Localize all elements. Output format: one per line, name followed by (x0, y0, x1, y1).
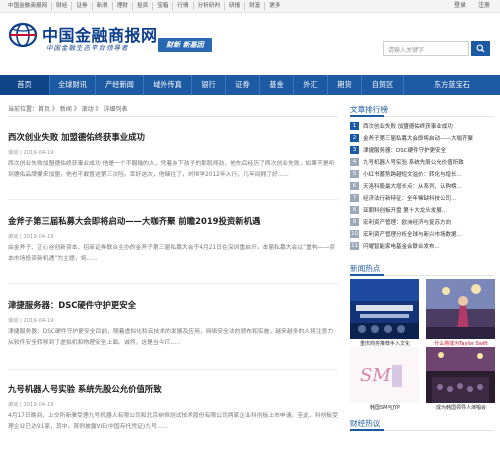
article-item: 西次创业失败 加盟德佑终获事业成功 滚动 | 2019-04-19 西次创业失败… (8, 131, 338, 181)
search-placeholder: 请输入关键字 (388, 47, 425, 54)
divider (8, 199, 338, 200)
divider (8, 116, 338, 117)
top-link[interactable]: 分析研判 (194, 2, 225, 10)
photo-caption[interactable]: 成为韩国领导人演唱会 (426, 404, 496, 411)
top-link[interactable]: 新浪 (93, 2, 113, 10)
rank-item-title[interactable]: 九号机器人号实验 系统先股公允价值所致 (363, 158, 464, 166)
photo-caption[interactable]: 韩国SM与JYP (350, 404, 420, 411)
globe-logo-icon[interactable] (8, 22, 38, 48)
article-excerpt: 津捷服务器：DSC硬件守护更安全目前，随着虚拟化和云技术的发展及应用，网络安全法… (8, 329, 334, 346)
article-item: 津捷服务器：DSC硬件守护更安全 滚动 | 2019-04-19 津捷服务器：D… (8, 299, 338, 349)
rank-item-title[interactable]: 小红书蓄势跨越短文溢价：转化与增长... (363, 170, 462, 178)
rank-item[interactable]: 7 经济法行新特征：全年稀缺科技公司... (350, 193, 496, 203)
top-links: 中国金融商报网 财经 证券 新浪 理财 投资 宝箱 行情 分析研判 研报 财富 … (4, 2, 285, 10)
photo-heading: 新闻热点 (350, 264, 381, 273)
rank-item[interactable]: 4 九号机器人号实验 系统先股公允价值所致 (350, 157, 496, 167)
rank-item[interactable]: 1 西次创业失败 加盟德佑终获事业成功 (350, 121, 496, 131)
news-photo[interactable] (426, 279, 495, 339)
nav-item[interactable]: 自贸区 (362, 75, 404, 95)
login-link[interactable]: 登录 (454, 2, 466, 10)
divider (8, 283, 338, 284)
article-item: 九号机器人号实验 系统先股公允价值所致 滚动 | 2019-04-19 4月17… (8, 383, 338, 433)
register-link[interactable]: 注册 (478, 2, 490, 10)
divider (350, 115, 494, 117)
news-photo[interactable]: SM (350, 347, 419, 407)
article-meta: 滚动 | 2019-04-19 (8, 150, 54, 156)
rank-item[interactable]: 9 宏利资产管理：欧洲经济与复苏方向 (350, 217, 496, 227)
svg-text:SM: SM (360, 365, 391, 386)
top-link[interactable]: 财富 (245, 2, 266, 10)
article-excerpt: 西次创业失败加盟德佑终获事业成功 他是一个不服输的人，凭着乡下孩子的那股闯劲，他… (8, 161, 335, 178)
divider (8, 369, 338, 370)
photo-caption[interactable]: 重庆商务推荐手入文化 (350, 340, 420, 347)
search-icon (476, 44, 485, 53)
nav-item[interactable]: 全球财讯 (50, 75, 96, 95)
top-link[interactable]: 行情 (173, 2, 194, 10)
top-link[interactable]: 中国金融商报网 (4, 2, 53, 10)
rank-item-title[interactable]: 天洛科股最大增长点：从系列、认购榜... (363, 182, 462, 190)
nav-item[interactable]: 域外传真 (144, 75, 192, 95)
rank-item[interactable]: 2 金斧子第三届私募大会即将启动——大咖齐聚 (350, 133, 496, 143)
top-link[interactable]: 投资 (133, 2, 154, 10)
rank-item[interactable]: 3 津捷服务器：DSC硬件守护更安全 (350, 145, 496, 155)
top-link[interactable]: 财经 (52, 2, 73, 10)
article-title[interactable]: 九号机器人号实验 系统先股公允价值所致 (8, 383, 338, 395)
search-input[interactable]: 请输入关键字 (383, 41, 469, 56)
nav-item[interactable]: 期货 (328, 75, 362, 95)
article-excerpt: 4月17日晚间，上交所新雅受理九号机器人有限公司和北京纳恒测试技术股份有限公司两… (8, 413, 338, 430)
breadcrumb[interactable]: 当前位置：首页 》 新闻 》 滚动 》 详细列表 (8, 104, 127, 113)
partner-badge[interactable]: 财新 新基因 (158, 38, 212, 52)
rank-item-title[interactable]: 宏利资产管理分析全球与新兴市场数据... (363, 230, 462, 238)
rank-item[interactable]: 6 天洛科股最大增长点：从系列、认购榜... (350, 181, 496, 191)
article-title[interactable]: 金斧子第三届私募大会即将启动——大咖齐聚 前瞻2019投资新机遇 (8, 215, 338, 227)
rank-item-title[interactable]: 西次创业失败 加盟德佑终获事业成功 (363, 122, 453, 130)
rank-item-title[interactable]: 宏利资产管理：欧洲经济与复苏方向 (363, 218, 451, 226)
rank-item-title[interactable]: 经济法行新特征：全年稀缺科技公司... (363, 194, 456, 202)
news-photo[interactable] (426, 347, 495, 407)
article-meta: 滚动 | 2019-04-19 (8, 318, 54, 324)
divider (350, 274, 494, 276)
photo-caption[interactable]: 什么将成为Taylor Swift (426, 340, 496, 347)
finance-heading: 财经热议 (350, 419, 381, 428)
article-title[interactable]: 津捷服务器：DSC硬件守护更安全 (8, 299, 338, 311)
rank-item-title[interactable]: 津捷服务器：DSC硬件守护更安全 (363, 146, 446, 154)
rank-item[interactable]: 5 小红书蓄势跨越短文溢价：转化与增长... (350, 169, 496, 179)
article-title[interactable]: 西次创业失败 加盟德佑终获事业成功 (8, 131, 338, 143)
nav-item-home[interactable]: 首页 (0, 75, 50, 95)
top-link[interactable]: 研报 (225, 2, 246, 10)
search-button[interactable] (471, 41, 490, 56)
article-item: 金斧子第三届私募大会即将启动——大咖齐聚 前瞻2019投资新机遇 滚动 | 20… (8, 215, 338, 265)
rank-heading: 文章排行榜 (350, 105, 388, 114)
rank-item[interactable]: 10 宏利资产管理分析全球与新兴市场数据... (350, 229, 496, 239)
divider (350, 429, 494, 431)
rank-item-title[interactable]: 亚朝科创板开盘 第十大龙头发展... (363, 206, 447, 214)
top-bar: 中国金融商报网 财经 证券 新浪 理财 投资 宝箱 行情 分析研判 研报 财富 … (0, 0, 500, 13)
rank-item-title[interactable]: 金斧子第三届私募大会即将启动——大咖齐聚 (363, 134, 473, 142)
article-excerpt: 由金斧子、正心谷创新资本、招商证券联合主办的金斧子第三届私募大会于4月21日在深… (8, 245, 336, 262)
article-meta: 滚动 | 2019-04-19 (8, 402, 54, 408)
article-meta: 滚动 | 2019-04-19 (8, 234, 54, 240)
nav-item[interactable]: 外汇 (294, 75, 328, 95)
nav-item[interactable]: 东方蓝宝石 (404, 75, 500, 95)
top-link[interactable]: 宝箱 (153, 2, 174, 10)
top-link[interactable]: 证券 (72, 2, 93, 10)
top-link[interactable]: 理财 (113, 2, 133, 10)
rank-item[interactable]: 11 闪耀智能家电基金会联合发布... (350, 241, 496, 251)
rank-item-title[interactable]: 闪耀智能家电基金会联合发布... (363, 242, 440, 250)
rank-item[interactable]: 8 亚朝科创板开盘 第十大龙头发展... (350, 205, 496, 215)
auth-links: 登录 注册 (454, 2, 490, 10)
nav-item[interactable]: 证券 (226, 75, 260, 95)
nav-item[interactable]: 产经新闻 (96, 75, 144, 95)
news-photo[interactable] (350, 279, 419, 339)
main-nav: 首页 全球财讯 产经新闻 域外传真 银行 证券 基金 外汇 期货 自贸区 东方蓝… (0, 75, 500, 95)
nav-item[interactable]: 基金 (260, 75, 294, 95)
top-link-more[interactable]: 更多 (265, 2, 284, 10)
nav-item[interactable]: 银行 (192, 75, 226, 95)
site-slogan: 中国金融生态平台领导者 (46, 44, 129, 52)
